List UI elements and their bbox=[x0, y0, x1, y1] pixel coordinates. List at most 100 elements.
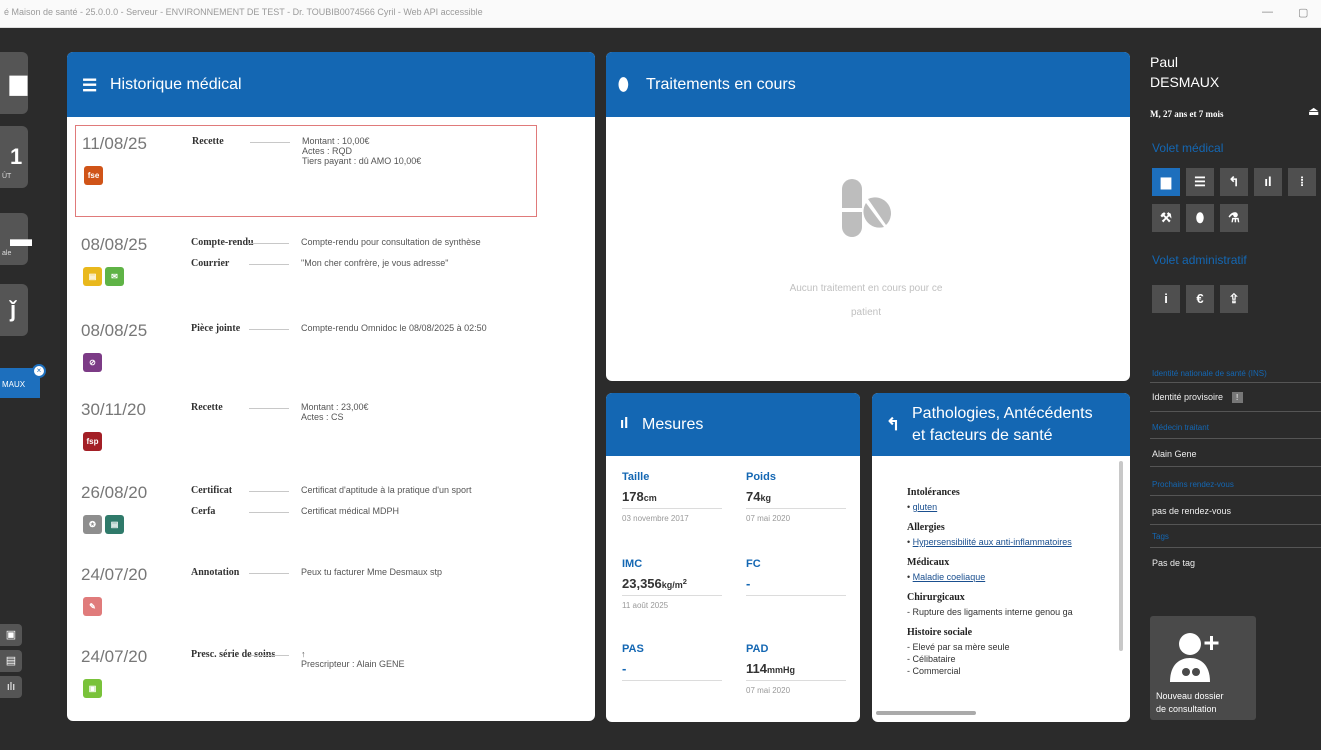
description-line: Montant : 23,00€ bbox=[301, 402, 369, 412]
history-entry[interactable]: 26/08/20 ✪ ▤ Certificat Certificat d'aptitud… bbox=[75, 475, 537, 550]
left-rail: ▆ 1 ÛT ▬ ale ǰ MAUX × ▣ ▤ ılı bbox=[0, 28, 50, 750]
divider bbox=[1150, 495, 1321, 496]
history-entry[interactable]: 30/11/20 fsp Recette Montant : 23,00€ Actes … bbox=[75, 392, 537, 467]
document-type-icon[interactable]: ✎ bbox=[83, 597, 102, 616]
calendar-icon: 1 bbox=[10, 144, 23, 169]
pathology-item: - Elevé par sa mère seule bbox=[907, 642, 1010, 652]
rail-mini-button-0[interactable]: ▣ bbox=[0, 624, 22, 646]
rail-tile-1[interactable]: 1 ÛT bbox=[0, 126, 28, 188]
rail-tile-0[interactable]: ▆ bbox=[0, 52, 28, 114]
pathology-item[interactable]: • Hypersensibilité aux anti-inflammatoir… bbox=[907, 537, 1072, 547]
entry-date: 26/08/20 bbox=[81, 483, 148, 502]
history-entry[interactable]: 08/08/25 ▤ ✉ Compte-rendu Compte-rendu pour … bbox=[75, 227, 537, 307]
rail-tile-3[interactable]: ǰ bbox=[0, 284, 28, 336]
close-icon[interactable]: × bbox=[32, 364, 46, 378]
measure-number: 23,356 bbox=[622, 576, 662, 591]
entry-type: Compte-rendu bbox=[191, 237, 254, 248]
entry-type: Cerfa bbox=[191, 506, 216, 517]
pathologies-vscrollbar[interactable] bbox=[1119, 461, 1123, 651]
title-line: Pathologies, Antécédents bbox=[912, 405, 1093, 422]
upload-icon[interactable]: ⇪ bbox=[1220, 285, 1248, 313]
entry-line: Compte-rendu Compte-rendu pour consultati… bbox=[191, 237, 541, 250]
document-type-icon[interactable]: ⊘ bbox=[83, 353, 102, 372]
entry-description: Compte-rendu pour consultation de synthè… bbox=[301, 237, 481, 247]
medecin-label: Médecin traitant bbox=[1152, 423, 1209, 432]
label-line: de consultation bbox=[1156, 704, 1217, 714]
new-dossier-label: Nouveau dossier de consultation bbox=[1156, 690, 1224, 716]
measure-value: 23,356kg/m2 bbox=[622, 576, 722, 596]
entry-type: Certificat bbox=[191, 485, 233, 496]
historique-list: 11/08/25 fse Recette Montant : 10,00€ Actes … bbox=[67, 117, 587, 721]
item-text: Rupture des ligaments interne genou ga bbox=[912, 607, 1073, 617]
patient-tab-label: MAUX bbox=[2, 380, 26, 389]
maximize-icon[interactable]: ▢ bbox=[1298, 6, 1308, 19]
entry-type: Courrier bbox=[191, 258, 230, 269]
history-entry[interactable]: 24/07/20 ✎ Annotation Peux tu facturer Mme … bbox=[75, 557, 537, 632]
divider bbox=[1150, 547, 1321, 548]
divider bbox=[1150, 524, 1321, 525]
history-entry[interactable]: 11/08/25 fse Recette Montant : 10,00€ Actes … bbox=[75, 125, 537, 217]
patient-tab[interactable]: MAUX × bbox=[0, 364, 46, 398]
rail-tile-2[interactable]: ▬ ale bbox=[0, 213, 32, 265]
entry-description: Peux tu facturer Mme Desmaux stp bbox=[301, 567, 442, 577]
pathology-item[interactable]: • Maladie coeliaque bbox=[907, 572, 985, 582]
document-type-icon[interactable]: ✉ bbox=[105, 267, 124, 286]
history-entry[interactable]: 08/08/25 ⊘ Pièce jointe Compte-rendu Omnido… bbox=[75, 313, 537, 383]
rail-mini-button-1[interactable]: ▤ bbox=[0, 650, 22, 672]
measure-label: FC bbox=[746, 558, 761, 570]
item-text: Célibataire bbox=[912, 654, 956, 664]
pathology-item[interactable]: • gluten bbox=[907, 502, 937, 512]
pathology-item: - Rupture des ligaments interne genou ga bbox=[907, 607, 1073, 617]
document-icon: ▬ bbox=[10, 226, 32, 251]
measure-number: 178 bbox=[622, 489, 644, 504]
description-line: Certificat médical MDPH bbox=[301, 506, 400, 516]
entry-connector bbox=[249, 573, 289, 574]
tools-icon[interactable]: ⚒ bbox=[1152, 204, 1180, 232]
entry-badges: ✎ bbox=[83, 597, 105, 616]
minimize-icon[interactable]: — bbox=[1262, 6, 1273, 18]
entry-badges: fse bbox=[84, 166, 106, 185]
patient-first-name: Paul bbox=[1150, 54, 1179, 70]
info-icon[interactable]: i bbox=[1152, 285, 1180, 313]
pathology-category: Histoire sociale bbox=[907, 627, 973, 638]
rail-mini-button-2[interactable]: ılı bbox=[0, 676, 22, 698]
bar-chart-icon[interactable]: ıl bbox=[1254, 168, 1282, 196]
document-type-icon[interactable]: ▣ bbox=[83, 679, 102, 698]
document-type-icon[interactable]: fsp bbox=[83, 432, 102, 451]
measure-number: 74 bbox=[746, 489, 761, 504]
measure-unit: kg bbox=[760, 493, 771, 503]
history-entry[interactable]: 24/07/20 ▣ Presc. série de soins ↑ Prescript… bbox=[75, 639, 537, 714]
traitements-title: Traitements en cours bbox=[646, 76, 796, 93]
entry-description: "Mon cher confrère, je vous adresse" bbox=[301, 258, 448, 268]
new-dossier-button[interactable]: Nouveau dossier de consultation bbox=[1150, 616, 1256, 720]
euro-icon[interactable]: € bbox=[1186, 285, 1214, 313]
document-type-icon[interactable]: ▤ bbox=[105, 515, 124, 534]
expand-icon[interactable]: ⏏ bbox=[1308, 104, 1319, 118]
mesures-panel: ıl Mesures Taille 178cm 03 novembre 2017 Po… bbox=[606, 393, 860, 722]
bar-chart-icon: ıl bbox=[620, 415, 629, 432]
divider bbox=[1150, 382, 1321, 383]
patient-last-name: DESMAUX bbox=[1150, 74, 1220, 90]
pathologies-hscrollbar[interactable] bbox=[876, 711, 976, 715]
entry-connector bbox=[249, 243, 289, 244]
warning-icon[interactable]: ! bbox=[1231, 392, 1243, 403]
measure-fc: FC - bbox=[746, 558, 846, 596]
summary-icon[interactable]: ▆ bbox=[1152, 168, 1180, 196]
reply-icon[interactable]: ↰ bbox=[1220, 168, 1248, 196]
historique-panel: ☰ Historique médical 11/08/25 fse Recette M… bbox=[67, 52, 595, 721]
measure-number: - bbox=[622, 661, 627, 676]
more-icon[interactable]: ⁞ bbox=[1288, 168, 1316, 196]
list-icon[interactable]: ☰ bbox=[1186, 168, 1214, 196]
measure-label: Poids bbox=[746, 471, 776, 483]
measure-date: 03 novembre 2017 bbox=[622, 514, 689, 523]
entry-connector bbox=[250, 142, 290, 143]
ins-value-text: Identité provisoire bbox=[1152, 392, 1224, 402]
item-text: Elevé par sa mère seule bbox=[912, 642, 1010, 652]
document-type-icon[interactable]: fse bbox=[84, 166, 103, 185]
flask-icon[interactable]: ⚗ bbox=[1220, 204, 1248, 232]
traitements-panel: ⬮ Traitements en cours Aucun traitement … bbox=[606, 52, 1130, 381]
pill-icon[interactable]: ⬮ bbox=[1186, 204, 1214, 232]
document-type-icon[interactable]: ▤ bbox=[83, 267, 102, 286]
measure-label: PAD bbox=[746, 643, 769, 655]
document-type-icon[interactable]: ✪ bbox=[83, 515, 102, 534]
